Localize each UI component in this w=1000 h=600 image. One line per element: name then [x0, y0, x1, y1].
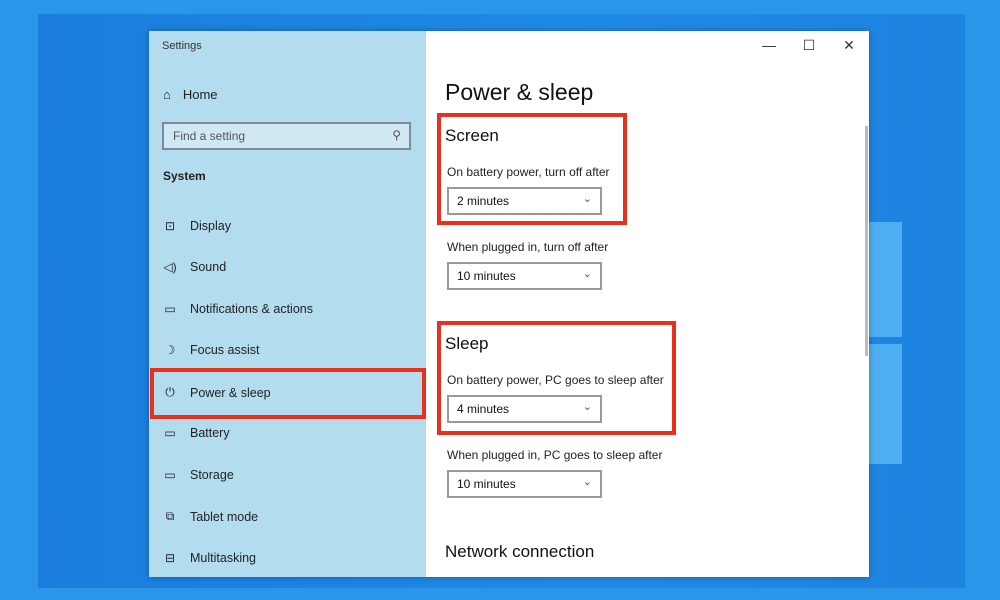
sidebar-item-storage[interactable]: ▭ Storage	[163, 468, 233, 482]
section-heading: System	[163, 169, 206, 183]
sound-icon: ◁)	[163, 260, 177, 274]
sidebar-item-focus-assist[interactable]: ☽ Focus assist	[163, 343, 260, 357]
multitasking-icon: ⊟	[164, 551, 176, 565]
home-icon: ⌂	[163, 87, 171, 102]
screen-plugged-dropdown[interactable]: 10 minutes ⌄	[447, 262, 602, 290]
windows-logo	[868, 222, 902, 337]
sidebar: Settings ⌂ Home Find a setting ⚲ System ⊡ D…	[149, 31, 426, 577]
highlight-screen	[437, 113, 627, 225]
page-title: Power & sleep	[445, 79, 594, 105]
search-input[interactable]: Find a setting ⚲	[162, 122, 411, 150]
scrollbar[interactable]	[865, 126, 868, 356]
sidebar-item-display[interactable]: ⊡ Display	[163, 219, 231, 233]
network-heading: Network connection	[445, 542, 595, 561]
notifications-icon: ▭	[164, 302, 176, 316]
highlight-power-sleep	[150, 368, 426, 419]
highlight-sleep	[437, 321, 676, 435]
sidebar-home[interactable]: ⌂ Home	[163, 87, 218, 102]
storage-icon: ▭	[164, 468, 176, 482]
app-title: Settings	[162, 40, 202, 52]
chevron-down-icon: ⌄	[582, 476, 592, 488]
search-icon: ⚲	[392, 128, 401, 142]
battery-icon: ▭	[164, 426, 176, 440]
windows-logo-lower	[868, 344, 902, 464]
display-icon: ⊡	[164, 219, 176, 233]
sidebar-item-notifications[interactable]: ▭ Notifications & actions	[163, 302, 313, 316]
minimize-button[interactable]: —	[749, 31, 789, 61]
close-button[interactable]: ✕	[829, 31, 869, 61]
title-bar-controls: — ☐ ✕	[749, 31, 869, 61]
sleep-plugged-dropdown[interactable]: 10 minutes ⌄	[447, 470, 602, 498]
sidebar-item-battery[interactable]: ▭ Battery	[163, 426, 229, 440]
chevron-down-icon: ⌄	[582, 268, 592, 280]
sleep-plugged-label: When plugged in, PC goes to sleep after	[447, 448, 663, 462]
sidebar-item-tablet-mode[interactable]: ⧉ Tablet mode	[163, 509, 258, 524]
sidebar-item-sound[interactable]: ◁) Sound	[163, 260, 226, 274]
maximize-button[interactable]: ☐	[789, 31, 829, 61]
screen-plugged-label: When plugged in, turn off after	[447, 240, 609, 254]
sidebar-item-multitasking[interactable]: ⊟ Multitasking	[163, 551, 256, 565]
moon-icon: ☽	[164, 343, 176, 357]
settings-window: Settings ⌂ Home Find a setting ⚲ System ⊡ D…	[149, 31, 869, 577]
tablet-icon: ⧉	[165, 509, 175, 523]
